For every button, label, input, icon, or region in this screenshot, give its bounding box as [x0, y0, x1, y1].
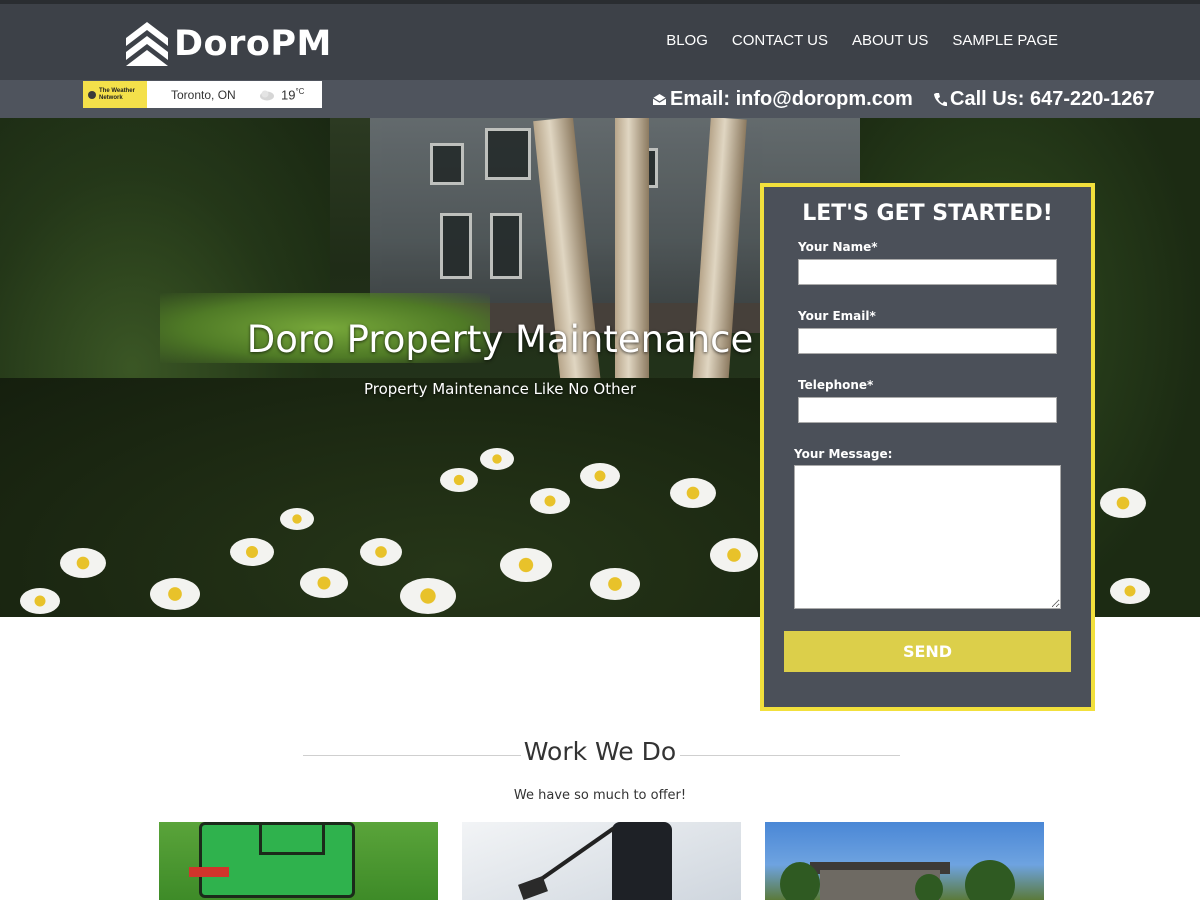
nav-blog[interactable]: BLOG	[666, 32, 708, 49]
weather-temp: 19°C	[281, 87, 304, 102]
site-header: DoroPM BLOG CONTACT US ABOUT US SAMPLE P…	[0, 0, 1200, 80]
logo-text: DoroPM	[174, 24, 332, 64]
shovel-blade	[518, 876, 548, 900]
nav-contact-us[interactable]: CONTACT US	[732, 32, 828, 49]
telephone-label: Telephone*	[798, 378, 874, 392]
mower-handle	[259, 822, 325, 855]
snow-shoveler-image	[612, 822, 672, 900]
service-card-lawn[interactable]	[159, 822, 438, 900]
contact-phone[interactable]: Call Us: 647-220-1267	[933, 88, 1155, 111]
weather-brand: The Weather Network	[83, 81, 147, 108]
envelope-icon	[652, 94, 667, 105]
form-title: LET'S GET STARTED!	[802, 201, 1053, 226]
section-subtitle: We have so much to offer!	[513, 788, 687, 803]
email-input[interactable]	[798, 328, 1057, 354]
section-title: Work We Do	[523, 737, 677, 766]
message-label: Your Message:	[794, 447, 893, 461]
mower-detail	[189, 867, 229, 877]
tree	[915, 874, 943, 900]
doropm-logo-icon	[126, 22, 168, 66]
name-label: Your Name*	[798, 240, 878, 254]
weather-widget[interactable]: The Weather Network Toronto, ON 19°C	[83, 81, 322, 108]
nav-sample-page[interactable]: SAMPLE PAGE	[952, 32, 1058, 49]
phone-icon	[934, 92, 947, 106]
email-label: Your Email*	[798, 309, 876, 323]
contact-email-text: Email: info@doropm.com	[670, 88, 913, 110]
weather-temp-value: 19	[281, 87, 296, 103]
send-button[interactable]: SEND	[784, 631, 1071, 672]
contact-phone-text: Call Us: 647-220-1267	[950, 88, 1155, 110]
quote-form: LET'S GET STARTED! Your Name* Your Email…	[760, 183, 1095, 711]
weather-temp-unit: °C	[295, 86, 305, 96]
nav-about-us[interactable]: ABOUT US	[852, 32, 928, 49]
service-card-snow[interactable]	[462, 822, 741, 900]
weather-city: Toronto, ON	[171, 87, 236, 102]
message-textarea[interactable]	[794, 465, 1061, 609]
site-logo[interactable]: DoroPM	[124, 18, 332, 70]
telephone-input[interactable]	[798, 397, 1057, 423]
cloud-icon	[260, 90, 274, 100]
contact-email[interactable]: Email: info@doropm.com	[652, 88, 913, 111]
service-card-property[interactable]	[765, 822, 1044, 900]
name-input[interactable]	[798, 259, 1057, 285]
weather-network-icon	[88, 90, 96, 99]
main-nav: BLOG CONTACT US ABOUT US SAMPLE PAGE	[666, 32, 1058, 49]
tree	[780, 862, 820, 900]
tree	[965, 860, 1015, 900]
weather-brand-text: The Weather Network	[99, 87, 135, 101]
shovel-handle	[538, 826, 616, 882]
